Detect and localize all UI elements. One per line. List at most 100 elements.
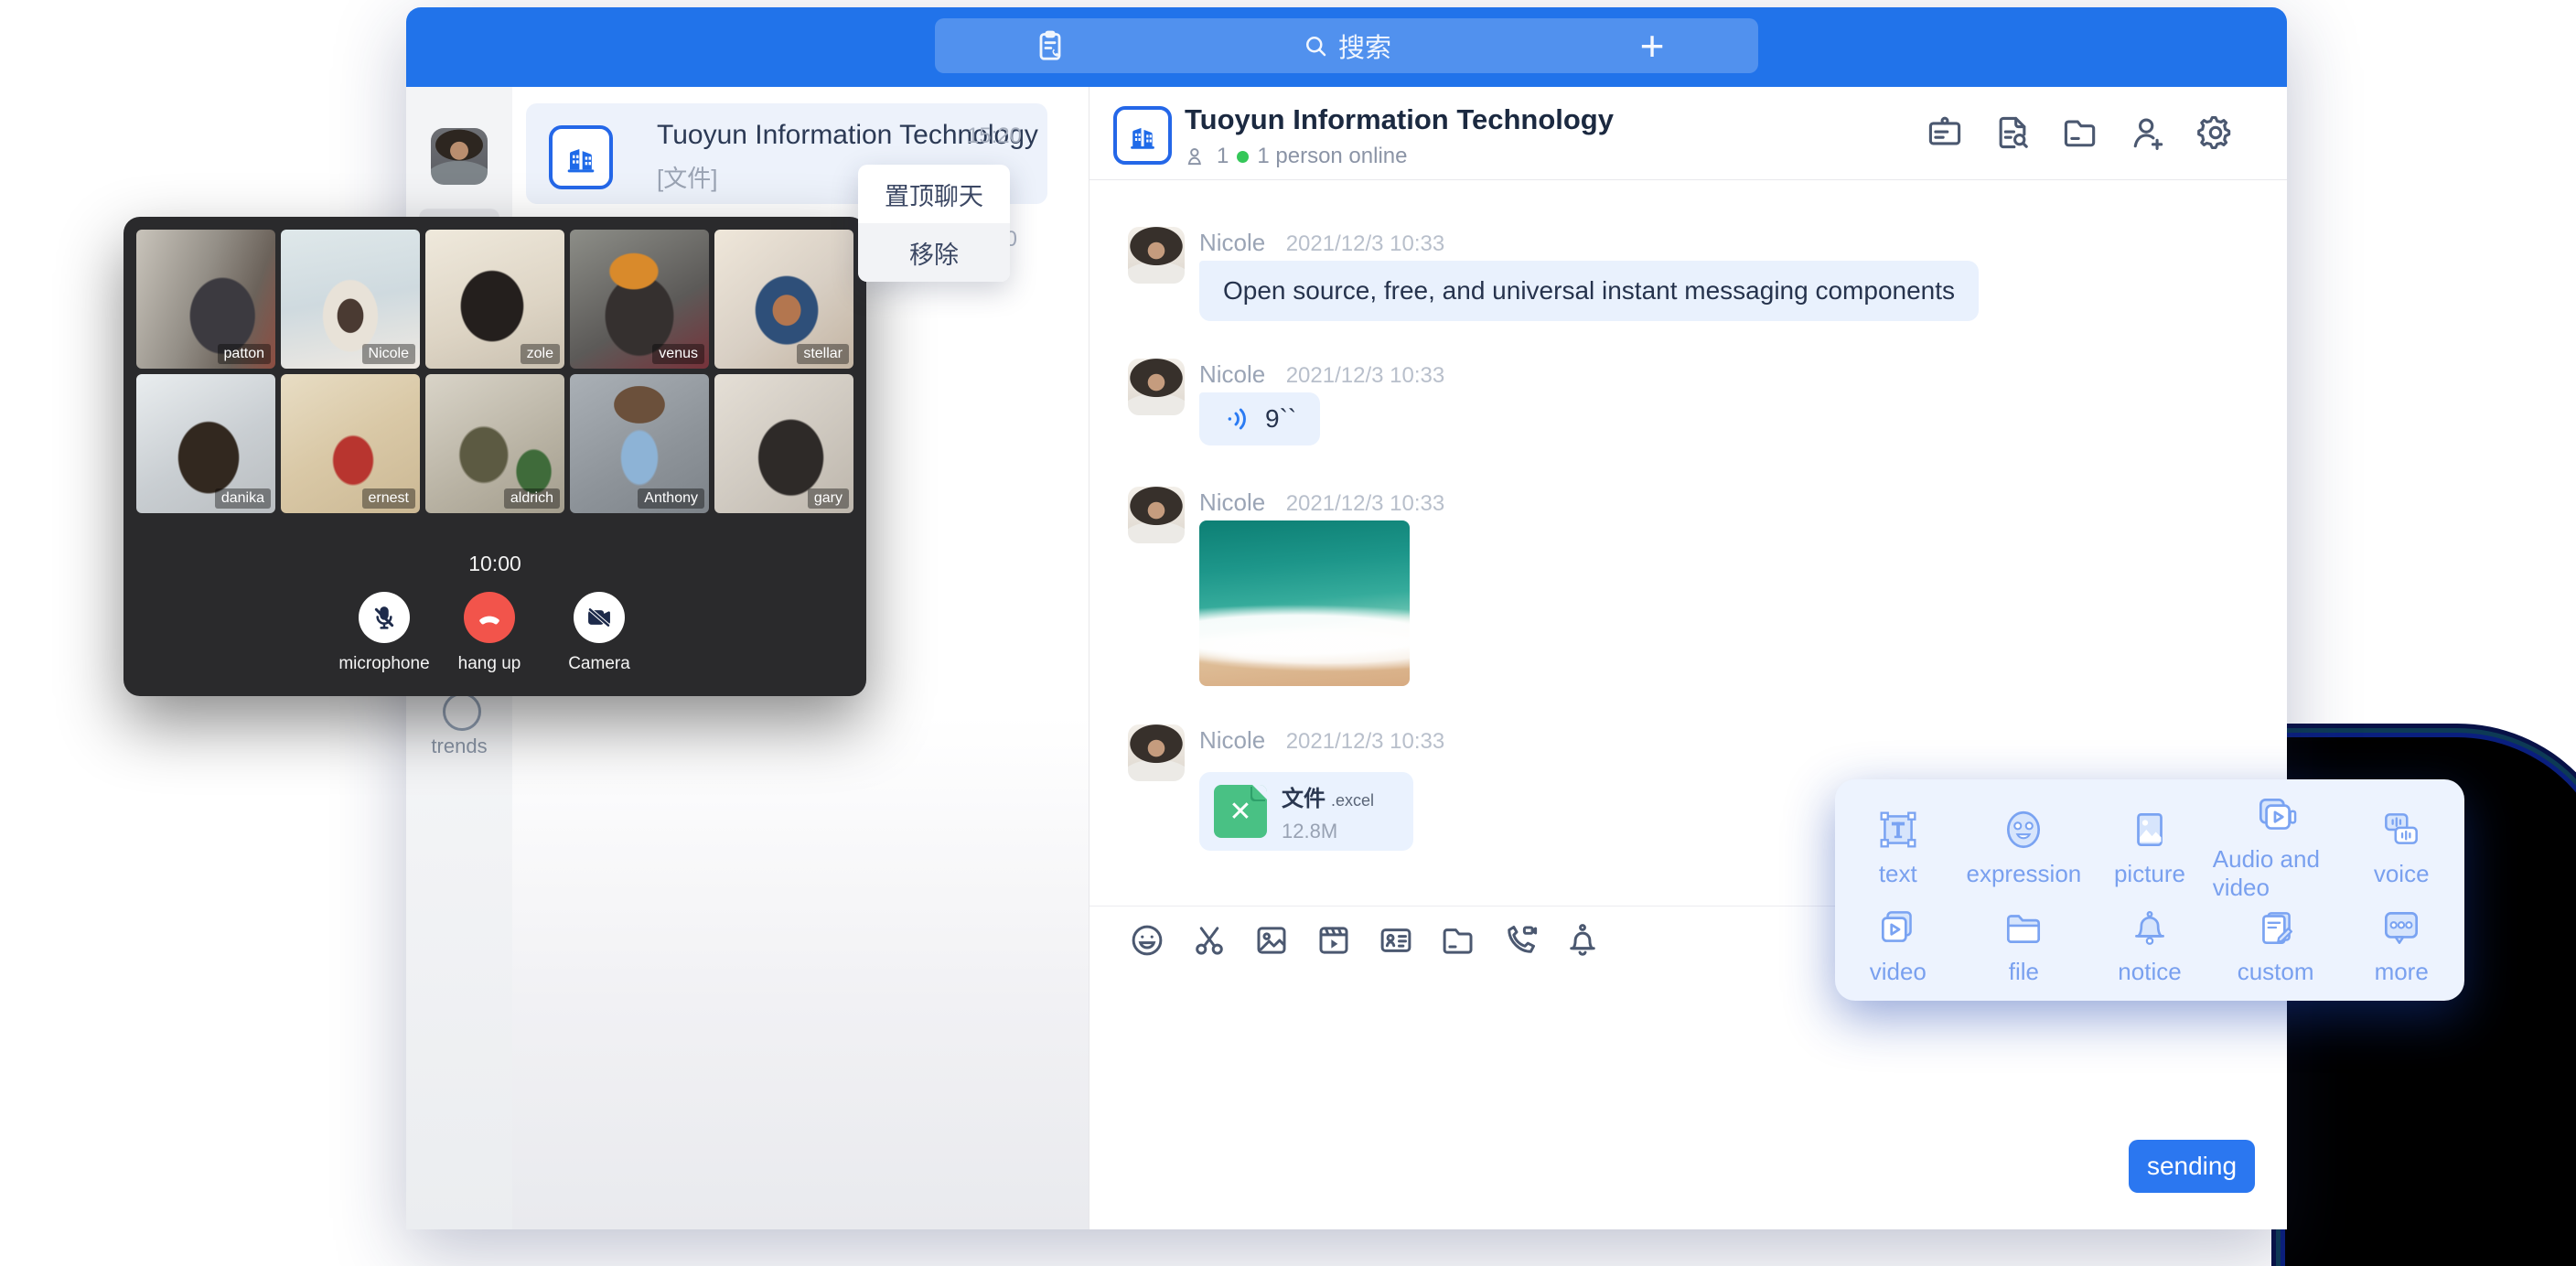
input-toolbar [1128,921,1602,960]
panel-item-label: voice [2374,860,2430,888]
panel-item-label: custom [2238,958,2314,986]
panel-item-voice[interactable]: voice [2338,792,2464,902]
message-avatar[interactable] [1128,724,1185,781]
voice-icon [2378,807,2424,853]
avatar[interactable] [431,128,488,185]
participant-grid: patton Nicole zole venus stellar danika … [136,230,853,513]
participant-name: patton [218,344,271,364]
chat-record-search-icon[interactable] [1992,113,2033,153]
participant-tile: venus [570,230,709,369]
sender-name: Nicole [1199,229,1265,256]
sender-name: Nicole [1199,360,1265,388]
panel-item-video[interactable]: video [1835,902,1961,988]
sender-name: Nicole [1199,488,1265,516]
image-icon[interactable] [1252,921,1291,960]
message-meta: Nicole 2021/12/3 10:33 [1199,229,1444,257]
participant-name: zole [521,344,560,364]
video-call-window[interactable]: patton Nicole zole venus stellar danika … [123,217,866,696]
image-message-beach[interactable] [1199,520,1410,686]
participant-tile: stellar [714,230,853,369]
text-icon [1875,807,1921,853]
notice-bell-icon [2127,905,2173,950]
hang-up-button[interactable] [464,592,515,643]
message-meta: Nicole 2021/12/3 10:33 [1199,726,1444,755]
contact-card-icon[interactable] [1377,921,1415,960]
message-meta: Nicole 2021/12/3 10:33 [1199,360,1444,389]
member-count: 1 [1217,144,1229,169]
add-member-icon[interactable] [2128,113,2168,153]
online-status: 1 person online [1257,144,1407,169]
message-time: 2021/12/3 10:33 [1286,729,1445,754]
participant-name: ernest [362,488,415,509]
group-building-icon [1113,106,1172,165]
message-time: 2021/12/3 10:33 [1286,491,1445,516]
file-folder-icon[interactable] [1439,921,1477,960]
message-avatar[interactable] [1128,359,1185,415]
notification-bell-icon[interactable] [1563,921,1602,960]
screenshot-scissors-icon[interactable] [1190,921,1229,960]
camera-label: Camera [526,654,672,674]
text-message-bubble[interactable]: Open source, free, and universal instant… [1199,261,1979,321]
participant-tile: Nicole [281,230,420,369]
participant-tile: zole [425,230,564,369]
members-icon [1185,145,1208,168]
participant-tile: Anthony [570,374,709,513]
search-bar[interactable]: 搜索 + [935,18,1758,73]
panel-item-file[interactable]: file [1961,902,2088,988]
picture-icon [2127,807,2173,853]
group-file-icon[interactable] [2060,113,2100,153]
participant-name: Nicole [362,344,415,364]
message-avatar[interactable] [1128,227,1185,284]
panel-item-expression[interactable]: expression [1961,792,2088,902]
message-avatar[interactable] [1128,487,1185,543]
search-placeholder: 搜索 [1338,27,1391,65]
panel-item-text[interactable]: text [1835,792,1961,902]
emoji-icon[interactable] [1128,921,1166,960]
panel-item-label: more [2375,958,2429,986]
participant-name: gary [808,488,849,509]
voice-duration: 9`` [1265,404,1296,434]
more-icon [2378,905,2424,950]
group-notice-icon[interactable] [1925,113,1965,153]
menu-item-remove[interactable]: 移除 [858,223,1010,282]
chat-header: Tuoyun Information Technology 1 1 person… [1089,87,2287,180]
expression-icon [2001,807,2046,853]
participant-tile: gary [714,374,853,513]
send-button[interactable]: sending [2129,1140,2255,1193]
custom-icon [2253,905,2299,950]
chat-panel: Tuoyun Information Technology 1 1 person… [1089,87,2287,1229]
video-icon [1875,905,1921,950]
file-message-card[interactable]: ✕ 文件.excel 12.8M [1199,772,1413,851]
panel-item-more[interactable]: more [2338,902,2464,988]
add-button[interactable]: + [1630,24,1674,68]
participant-name: stellar [797,344,849,364]
video-clapper-icon[interactable] [1315,921,1353,960]
panel-item-picture[interactable]: picture [2087,792,2213,902]
panel-item-label: video [1870,958,1927,986]
voice-message-bubble[interactable]: 9`` [1199,392,1320,445]
panel-item-label: expression [1967,860,2082,888]
camera-toggle-button[interactable] [574,592,625,643]
chat-title: Tuoyun Information Technology [1185,103,1614,136]
conversation-last-message: [文件] [657,160,717,194]
menu-item-pin-chat[interactable]: 置顶聊天 [858,165,1010,223]
panel-item-custom[interactable]: custom [2213,902,2339,988]
panel-item-label: file [2009,958,2039,986]
microphone-mute-button[interactable] [359,592,410,643]
voice-wave-icon [1223,404,1252,434]
panel-item-label: text [1879,860,1917,888]
audio-video-call-icon[interactable] [1501,921,1540,960]
message-time: 2021/12/3 10:33 [1286,231,1445,256]
settings-gear-icon[interactable] [2195,113,2236,153]
panel-item-audio-video[interactable]: Audio and video [2213,792,2339,902]
panel-item-notice[interactable]: notice [2087,902,2213,988]
excel-file-icon: ✕ [1214,785,1267,838]
trends-icon [443,692,481,731]
trends-label: trends [406,735,512,758]
file-name: 文件 [1282,787,1326,811]
feature-panel: text expression picture Audio and video [1835,779,2464,1001]
panel-item-label: picture [2114,860,2185,888]
participant-name: Anthony [638,488,704,509]
audio-video-icon [2253,792,2299,838]
chat-subtitle: 1 1 person online [1185,144,1407,169]
